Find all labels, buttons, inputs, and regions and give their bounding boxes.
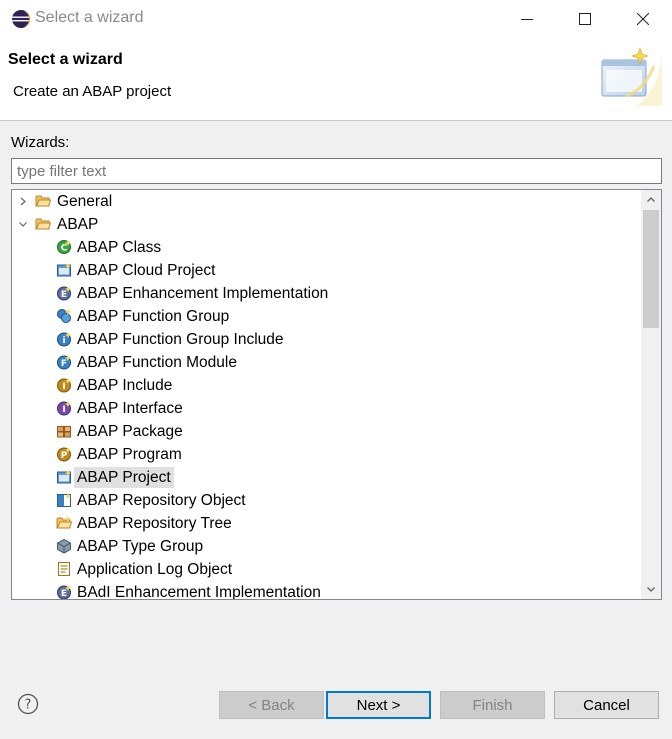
chevron-down-icon [647, 587, 655, 592]
tree-item-label: ABAP Type Group [77, 538, 204, 555]
svg-text:F: F [61, 359, 67, 369]
svg-text:E: E [61, 290, 67, 300]
tree-item-label: ABAP Repository Tree [77, 515, 232, 532]
chevron-right-icon[interactable] [17, 190, 29, 213]
svg-text:E: E [61, 589, 67, 599]
svg-text:P: P [61, 451, 68, 461]
page-title: Select a wizard [8, 51, 123, 68]
page-description: Create an ABAP project [13, 83, 172, 100]
abap-package-icon [57, 426, 71, 438]
filter-input[interactable] [11, 158, 662, 184]
scroll-thumb[interactable] [643, 210, 659, 328]
tree-item-label: ABAP Package [77, 423, 183, 440]
minimize-icon [521, 19, 533, 20]
abap-function-module-icon: F [57, 355, 71, 370]
tree-item-abap-repository-tree[interactable]: ABAP Repository Tree [12, 512, 640, 535]
tree-item-general[interactable]: General [12, 190, 640, 213]
chevron-up-icon [647, 197, 655, 202]
scroll-up-button[interactable] [641, 190, 661, 210]
tree-item-label: ABAP Function Module [77, 354, 237, 371]
abap-repository-tree-icon [56, 516, 72, 529]
tree-item-abap-cloud-project[interactable]: ABAP Cloud Project [12, 259, 640, 282]
abap-function-group-icon [57, 309, 71, 323]
svg-text:i: i [62, 336, 65, 346]
window-title: Select a wizard [35, 9, 144, 26]
badi-enhancement-icon: E [57, 585, 71, 599]
svg-text:C: C [61, 244, 68, 254]
tree-item-label: ABAP Class [77, 239, 162, 256]
wizard-banner-icon [601, 47, 662, 106]
svg-text:I: I [62, 382, 65, 392]
tree-item-abap[interactable]: ABAP [12, 213, 640, 236]
tree-item-abap-class[interactable]: C ABAP Class [12, 236, 640, 259]
tree-item-abap-repository-object[interactable]: ABAP Repository Object [12, 489, 640, 512]
close-button[interactable] [614, 0, 672, 38]
tree-item-abap-interface[interactable]: I ABAP Interface [12, 397, 640, 420]
abap-repository-object-icon [57, 493, 71, 507]
application-log-icon [58, 562, 70, 576]
tree-item-abap-type-group[interactable]: ABAP Type Group [12, 535, 640, 558]
abap-type-group-icon [57, 538, 71, 554]
svg-text:I: I [62, 405, 65, 415]
tree-item-label: ABAP Include [77, 377, 173, 394]
abap-function-group-include-icon: i [57, 332, 71, 347]
help-icon[interactable]: ? [17, 693, 39, 715]
cancel-button[interactable]: Cancel [554, 691, 659, 719]
tree-item-abap-function-group[interactable]: ABAP Function Group [12, 305, 640, 328]
tree-item-abap-function-group-include[interactable]: i ABAP Function Group Include [12, 328, 640, 351]
folder-icon [35, 195, 51, 207]
tree-scrollbar[interactable] [641, 190, 661, 599]
scroll-down-button[interactable] [641, 579, 661, 599]
abap-project-icon [57, 470, 71, 484]
next-button[interactable]: Next > [326, 691, 431, 719]
tree-item-abap-package[interactable]: ABAP Package [12, 420, 640, 443]
tree-item-abap-program[interactable]: P ABAP Program [12, 443, 640, 466]
back-button[interactable]: < Back [219, 691, 324, 719]
tree-item-label: BAdI Enhancement Implementation [77, 584, 321, 600]
abap-cloud-project-icon [57, 263, 71, 277]
tree-item-label: ABAP Function Group [77, 308, 230, 325]
tree-item-abap-enhancement-implementation[interactable]: E ABAP Enhancement Implementation [12, 282, 640, 305]
eclipse-app-icon [12, 10, 30, 28]
folder-open-icon [35, 218, 51, 230]
tree-item-label: ABAP [57, 216, 99, 233]
close-icon [637, 13, 649, 25]
tree-item-abap-include[interactable]: I ABAP Include [12, 374, 640, 397]
abap-interface-icon: I [57, 401, 71, 416]
tree-item-label: ABAP Interface [77, 400, 183, 417]
maximize-button[interactable] [556, 0, 614, 38]
chevron-down-icon[interactable] [17, 213, 29, 236]
tree-item-label: ABAP Cloud Project [77, 262, 216, 279]
tree-item-label: Application Log Object [77, 561, 233, 578]
tree-item-abap-function-module[interactable]: F ABAP Function Module [12, 351, 640, 374]
tree-item-label: ABAP Project [74, 467, 174, 488]
tree-item-badi-enhancement-implementation[interactable]: E BAdI Enhancement Implementation [12, 581, 640, 600]
abap-class-icon: C [57, 240, 71, 254]
tree-item-application-log-object[interactable]: Application Log Object [12, 558, 640, 581]
window-titlebar: Select a wizard [0, 0, 672, 38]
wizards-label: Wizards: [11, 134, 70, 151]
tree-item-label: General [57, 193, 113, 210]
svg-text:?: ? [25, 698, 32, 713]
maximize-icon [579, 13, 591, 25]
finish-button[interactable]: Finish [440, 691, 545, 719]
tree-item-abap-project[interactable]: ABAP Project [12, 466, 640, 489]
tree-item-label: ABAP Program [77, 446, 182, 463]
wizard-header: Select a wizard Create an ABAP project [0, 38, 672, 121]
abap-program-icon: P [57, 447, 71, 462]
abap-include-icon: I [57, 378, 71, 393]
minimize-button[interactable] [498, 0, 556, 38]
tree-item-label: ABAP Function Group Include [77, 331, 284, 348]
abap-enhancement-icon: E [57, 286, 71, 301]
tree-item-label: ABAP Repository Object [77, 492, 246, 509]
wizard-tree[interactable]: General ABAP C ABAP Class ABAP Cloud Pro… [11, 189, 662, 600]
tree-item-label: ABAP Enhancement Implementation [77, 285, 329, 302]
